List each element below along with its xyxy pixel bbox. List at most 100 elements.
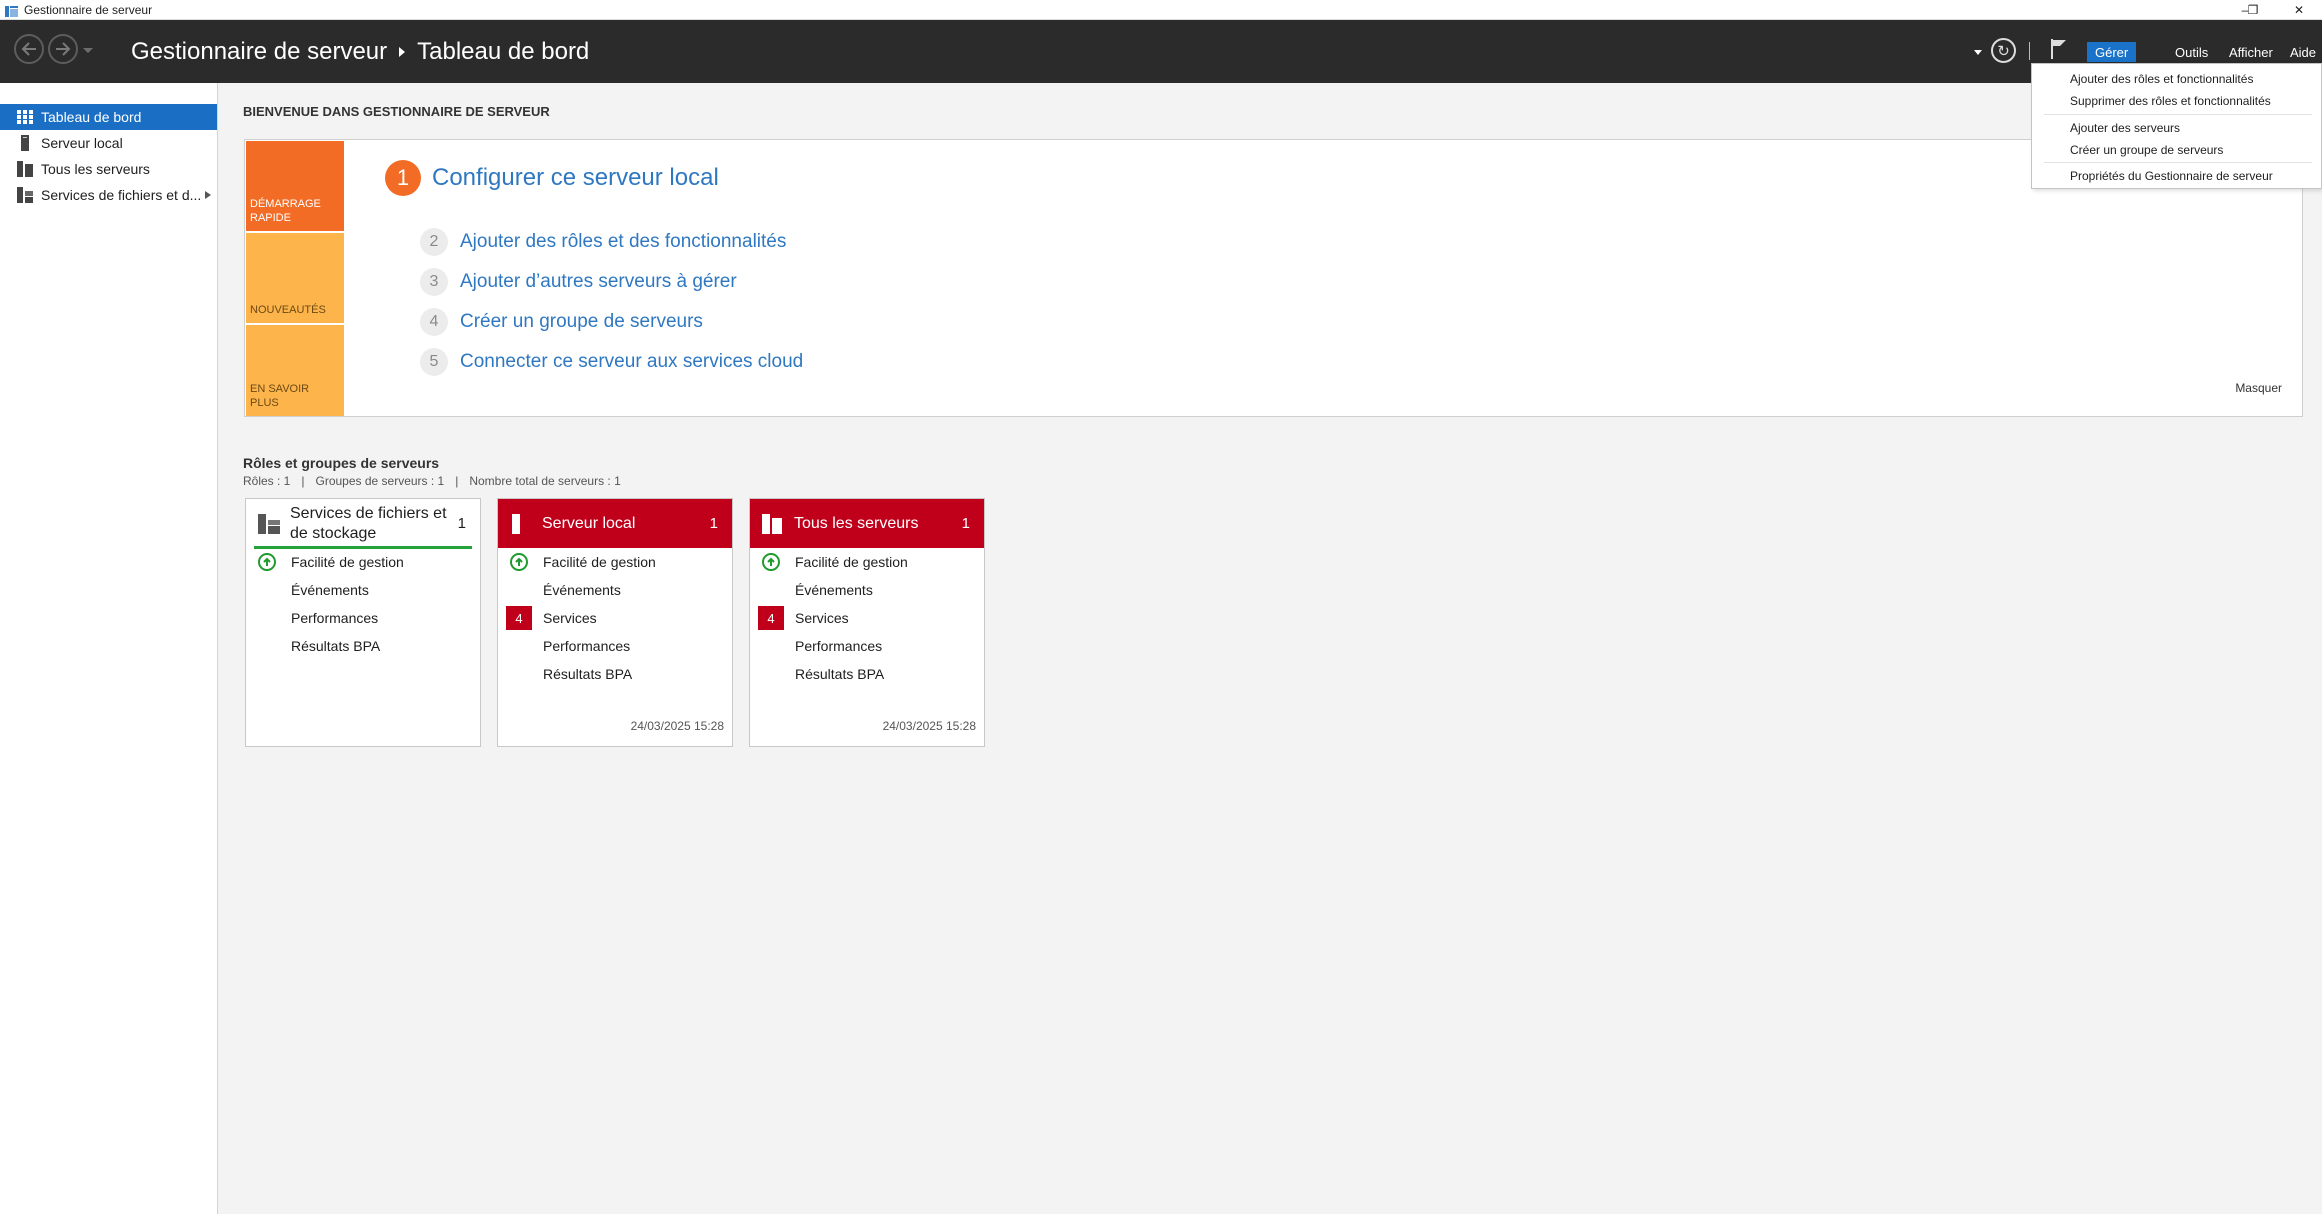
server-icon [510,514,522,539]
file-services-icon [16,187,34,203]
card-timestamp: 24/03/2025 15:28 [882,719,976,733]
menu-item-create-group[interactable]: Créer un groupe de serveurs [2070,143,2223,157]
server-manager-app-icon [5,4,18,17]
card-status-bar [254,546,472,549]
step-number: 3 [420,268,448,296]
window-title-bar: Gestionnaire de serveur – ❐ ✕ [0,0,2322,20]
step-link[interactable]: Connecter ce serveur aux services cloud [460,351,803,373]
expand-arrow-icon[interactable] [205,191,211,199]
status-ok-icon [762,553,780,571]
card-title: Services de fichiers et de stockage [290,504,447,542]
card-all-servers[interactable]: Tous les serveurs 1 Facilité de gestion … [749,498,985,747]
sidebar: Tableau de bord Serveur local Tous les s… [0,83,218,1214]
status-ok-icon [258,553,276,571]
tile-learn-more[interactable]: EN SAVOIR PLUS [246,325,344,416]
servers-icon [762,514,782,539]
menu-outils[interactable]: Outils [2167,42,2216,62]
card-row-events[interactable]: Événements [498,578,732,602]
restore-button[interactable]: ❐ [2230,0,2276,20]
step-create-group[interactable]: 4 Créer un groupe de serveurs [420,308,703,336]
server-icon [16,135,34,151]
app-header: Gestionnaire de serveur Tableau de bord … [0,20,2322,83]
card-row-events[interactable]: Événements [750,578,984,602]
card-row-manageability[interactable]: Facilité de gestion [498,550,732,574]
card-header[interactable]: Services de fichiers et de stockage 1 [246,499,480,549]
menu-item-add-roles[interactable]: Ajouter des rôles et fonctionnalités [2070,72,2253,86]
sidebar-item-all-servers[interactable]: Tous les serveurs [0,156,217,182]
card-row-manageability[interactable]: Facilité de gestion [750,550,984,574]
services-alert-badge: 4 [506,606,532,630]
sidebar-item-label: Serveur local [41,135,123,151]
card-row-events[interactable]: Événements [246,578,480,602]
arrow-right-icon [56,42,71,56]
arrow-left-icon [21,42,36,56]
card-row-performance[interactable]: Performances [246,606,480,630]
tile-whats-new[interactable]: NOUVEAUTÉS [246,233,344,323]
step-link[interactable]: Créer un groupe de serveurs [460,311,703,333]
step-add-roles[interactable]: 2 Ajouter des rôles et des fonctionnalit… [420,228,786,256]
breadcrumb-root[interactable]: Gestionnaire de serveur [131,38,387,66]
step-link[interactable]: Ajouter des rôles et des fonctionnalités [460,231,786,253]
roles-count: Rôles : 1 [243,474,291,488]
card-row-services[interactable]: 4 Services [498,606,732,630]
menu-gerer[interactable]: Gérer [2087,42,2137,62]
step-add-servers[interactable]: 3 Ajouter d’autres serveurs à gérer [420,268,737,296]
step-number: 2 [420,228,448,256]
card-row-performance[interactable]: Performances [498,634,732,658]
forward-button[interactable] [48,34,78,64]
menu-item-properties[interactable]: Propriétés du Gestionnaire de serveur [2070,169,2273,183]
refresh-button[interactable]: ↻ [1991,38,2016,63]
header-dropdown-icon[interactable] [1974,50,1982,55]
card-header[interactable]: Tous les serveurs 1 [750,499,984,548]
card-row-services[interactable]: 4 Services [750,606,984,630]
card-row-performance[interactable]: Performances [750,634,984,658]
step-number: 4 [420,308,448,336]
breadcrumb: Gestionnaire de serveur Tableau de bord [131,38,589,66]
step-link[interactable]: Configurer ce serveur local [432,164,719,192]
card-title: Serveur local [542,514,636,532]
back-button[interactable] [14,34,44,64]
dashboard-icon [16,109,34,125]
card-count: 1 [457,515,466,532]
menu-separator [2044,162,2312,163]
total-servers-count: Nombre total de serveurs : 1 [469,474,621,488]
card-row-bpa[interactable]: Résultats BPA [498,662,732,686]
quick-start-panel: DÉMARRAGE RAPIDE NOUVEAUTÉS EN SAVOIR PL… [244,139,2303,417]
step-connect-cloud[interactable]: 5 Connecter ce serveur aux services clou… [420,348,803,376]
header-divider [2029,42,2030,60]
sidebar-item-label: Services de fichiers et d... [41,187,202,203]
manage-dropdown-menu: Ajouter des rôles et fonctionnalités Sup… [2031,63,2322,189]
groups-count: Groupes de serveurs : 1 [315,474,445,488]
notifications-flag-icon[interactable] [2050,38,2068,65]
close-button[interactable]: ✕ [2276,0,2322,20]
card-count: 1 [709,515,718,532]
card-file-storage-services[interactable]: Services de fichiers et de stockage 1 Fa… [245,498,481,747]
tile-quick-start[interactable]: DÉMARRAGE RAPIDE [246,141,344,231]
card-timestamp: 24/03/2025 15:28 [630,719,724,733]
step-link[interactable]: Ajouter d’autres serveurs à gérer [460,271,737,293]
sidebar-item-label: Tableau de bord [41,109,142,125]
card-row-bpa[interactable]: Résultats BPA [246,634,480,658]
summary-separator: | [301,474,305,488]
card-row-bpa[interactable]: Résultats BPA [750,662,984,686]
menu-item-remove-roles[interactable]: Supprimer des rôles et fonctionnalités [2070,94,2271,108]
card-header[interactable]: Serveur local 1 [498,499,732,548]
summary-separator: | [455,474,459,488]
menu-afficher[interactable]: Afficher [2221,42,2281,62]
sidebar-item-local-server[interactable]: Serveur local [0,130,217,156]
step-configure-local-server[interactable]: 1 Configurer ce serveur local [385,160,719,196]
file-services-icon [258,514,280,539]
status-ok-icon [510,553,528,571]
menu-aide[interactable]: Aide [2282,42,2322,62]
hide-link[interactable]: Masquer [2235,381,2282,395]
sidebar-item-label: Tous les serveurs [41,161,150,177]
step-number: 1 [385,160,421,196]
menu-item-add-servers[interactable]: Ajouter des serveurs [2070,121,2180,135]
sidebar-item-dashboard[interactable]: Tableau de bord [0,104,217,130]
card-row-manageability[interactable]: Facilité de gestion [246,550,480,574]
card-local-server[interactable]: Serveur local 1 Facilité de gestion Évén… [497,498,733,747]
menu-separator [2044,114,2312,115]
sidebar-item-file-services[interactable]: Services de fichiers et d... [0,182,217,208]
history-dropdown-icon[interactable] [83,48,93,53]
window-title: Gestionnaire de serveur [24,2,153,17]
